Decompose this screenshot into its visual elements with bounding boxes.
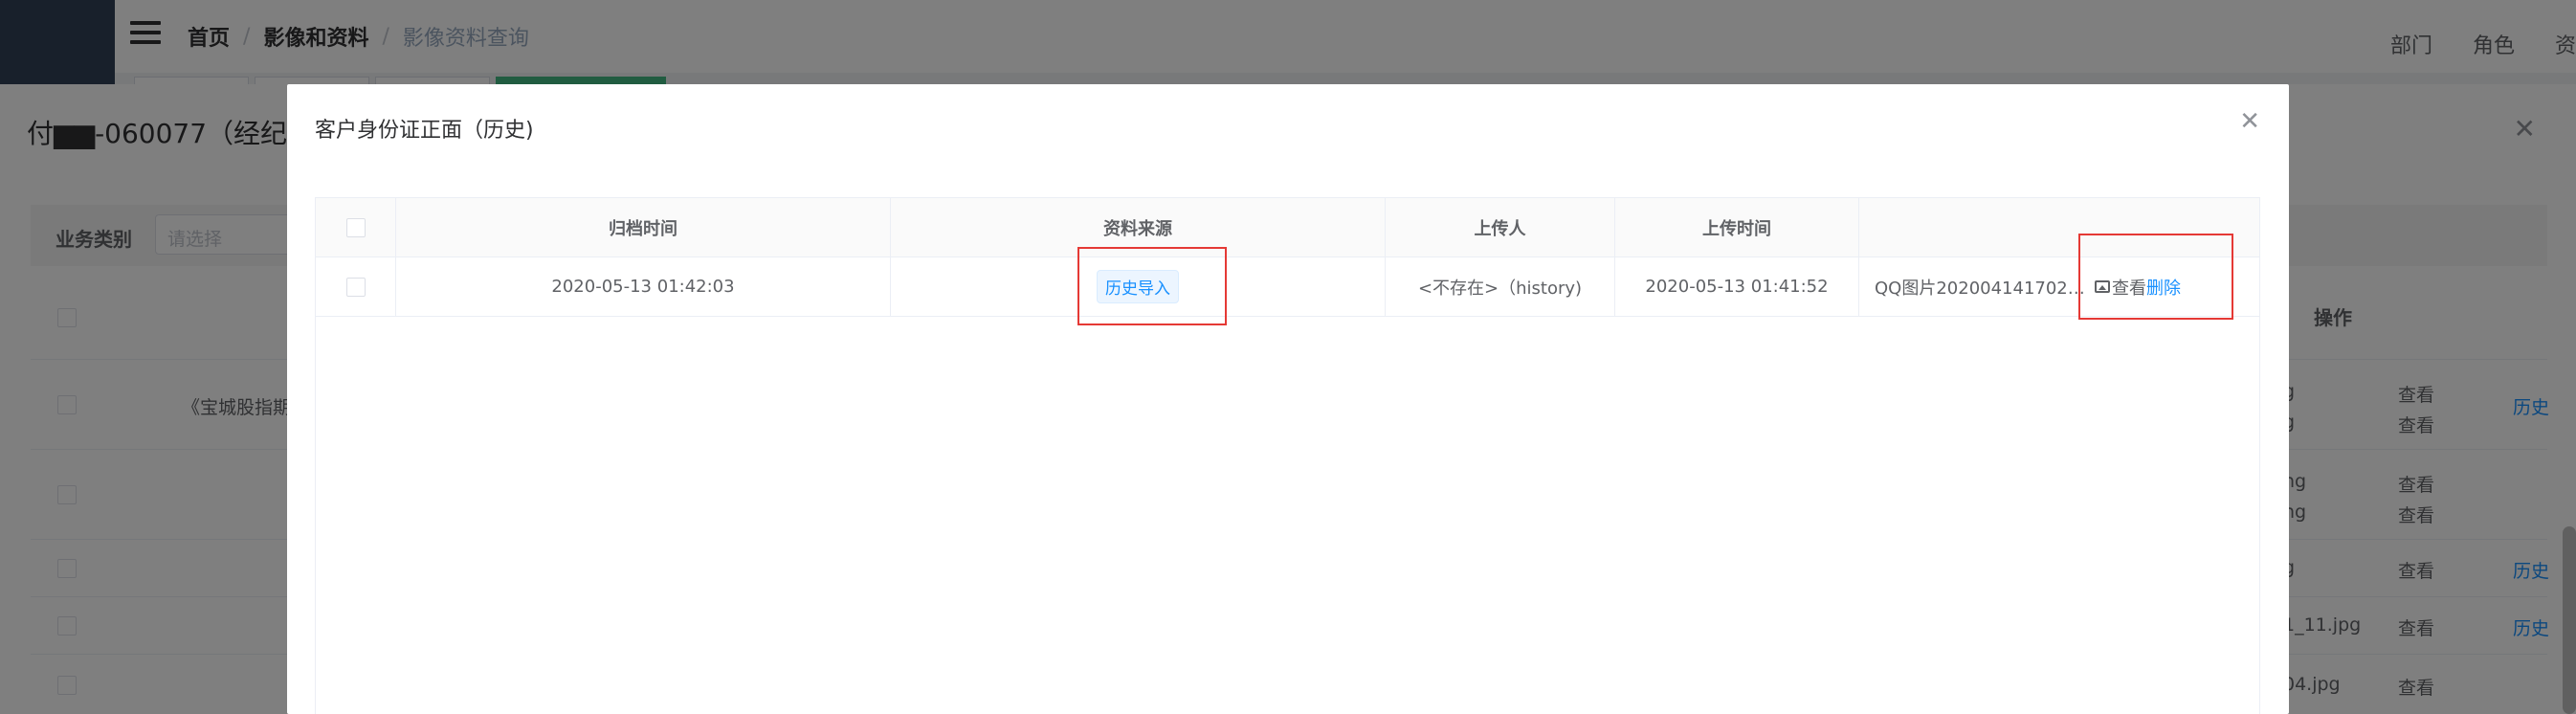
uploader: <不存在>（history) — [1386, 257, 1615, 316]
col-uploader: 上传人 — [1386, 198, 1615, 257]
select-all-checkbox[interactable] — [345, 217, 366, 237]
history-table: 归档时间 资料来源 上传人 上传时间 2020-05-13 01:42:03 历… — [315, 197, 2260, 714]
table-row: 2020-05-13 01:42:03 历史导入 <不存在>（history) … — [316, 257, 2259, 317]
archive-time: 2020-05-13 01:42:03 — [396, 257, 891, 316]
highlight-source-tag — [1077, 247, 1227, 325]
col-archive-time: 归档时间 — [396, 198, 891, 257]
table-header: 归档时间 资料来源 上传人 上传时间 — [316, 198, 2259, 257]
dialog-title: 客户身份证正面（历史) — [315, 119, 534, 143]
file-name: QQ图片20200414170245... — [1875, 278, 2093, 299]
col-upload-time: 上传时间 — [1615, 198, 1859, 257]
row-checkbox[interactable] — [345, 277, 366, 297]
highlight-operations — [2078, 234, 2233, 320]
upload-time: 2020-05-13 01:41:52 — [1615, 257, 1859, 316]
close-icon[interactable]: ✕ — [2239, 109, 2260, 134]
history-dialog: 客户身份证正面（历史) ✕ 归档时间 资料来源 上传人 上传时间 2020-05… — [287, 84, 2289, 714]
